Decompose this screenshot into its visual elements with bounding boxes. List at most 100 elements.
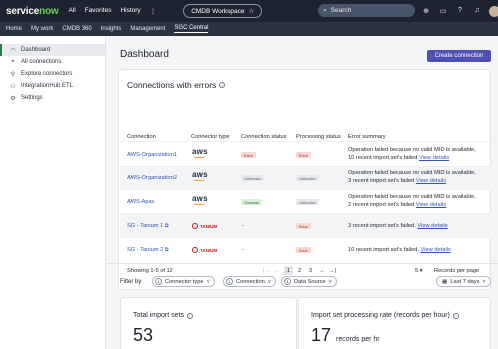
nav-all[interactable]: All	[68, 7, 75, 15]
pagination-summary: Showing 1-5 of 12	[127, 268, 173, 274]
prev-page-icon[interactable]: ←	[273, 266, 282, 275]
info-icon[interactable]: i	[219, 82, 226, 88]
sidebar-item-settings[interactable]: ⚙ Settings	[0, 92, 105, 104]
sidebar-item-label: IntegrationHub ETL	[21, 83, 74, 89]
page-3-button[interactable]: 3	[306, 266, 315, 275]
nav-favorites[interactable]: Favorites	[85, 7, 112, 15]
connection-status-badge: Success	[241, 199, 263, 205]
view-details-link[interactable]: View details	[419, 155, 449, 161]
bell-icon[interactable]: ♫	[471, 4, 483, 17]
star-icon[interactable]: ☆	[249, 7, 255, 15]
view-details-link[interactable]: View details	[416, 178, 446, 184]
connection-link[interactable]: AWS-Organization2	[127, 175, 177, 181]
error-summary-line2: 3 recent import set's failed View detail…	[348, 178, 446, 184]
tanium-icon	[192, 223, 198, 229]
next-page-icon[interactable]: →	[317, 266, 326, 275]
tanium-label: TANIUM	[200, 223, 218, 229]
filter-count: 1	[226, 278, 233, 285]
sidebar-item-dashboard[interactable]: ◠ Dashboard	[0, 44, 105, 56]
sidebar-item-integrationhub-etl[interactable]: ⚇ IntegrationHub ETL	[0, 80, 105, 92]
connection-link[interactable]: SG - Tanium 1	[127, 223, 163, 229]
create-connection-button[interactable]: Create connection	[427, 50, 491, 62]
column-header-processing-status[interactable]: Processing status	[296, 134, 341, 140]
tab-cmdb-360[interactable]: CMDB 360	[62, 26, 91, 32]
page-1-button[interactable]: 1	[284, 266, 293, 275]
filter-label: Connector type	[165, 278, 204, 285]
servicenow-logo[interactable]: servicenow	[6, 5, 59, 17]
tab-home[interactable]: Home	[6, 26, 22, 32]
search-input[interactable]: ⌕ Search	[318, 4, 415, 17]
tab-management[interactable]: Management	[130, 26, 165, 32]
kpi-title-text: Import set processing rate (records per …	[311, 312, 450, 319]
sidebar-item-explore-connectors[interactable]: ⚲ Explore connectors	[0, 68, 105, 80]
filter-chip-connection[interactable]: 1 Connection ˅	[223, 276, 277, 287]
column-header-error-summary[interactable]: Error summary	[348, 134, 386, 140]
connection-link[interactable]: AWS-Organization1	[127, 152, 177, 158]
sidebar-item-label: Dashboard	[21, 47, 51, 53]
workspace-pill[interactable]: CMDB Workspace ☆	[183, 4, 263, 18]
tab-my-work[interactable]: My work	[31, 26, 53, 32]
filter-chip-data-source[interactable]: 1 Data Source ˅	[281, 276, 337, 287]
connection-link[interactable]: AWS-Apac	[127, 199, 155, 205]
connection-cell: SG - Tanium 1 ⧉	[127, 223, 168, 229]
aws-smile-icon	[193, 202, 205, 205]
page-2-button[interactable]: 2	[295, 266, 304, 275]
connection-status-text: -	[242, 223, 244, 229]
kpi-card-processing-rate: Import set processing rate (records per …	[298, 297, 491, 349]
column-header-connection-status[interactable]: Connection status	[241, 134, 287, 140]
error-summary-line2: 2 recent import set's failed View detail…	[348, 202, 446, 208]
card-title-text: Connections with errors	[127, 80, 217, 90]
search-placeholder: Search	[330, 7, 352, 14]
kpi-value: 17 records per hr	[311, 325, 380, 346]
view-details-link[interactable]: View details	[421, 247, 451, 253]
view-details-link[interactable]: View details	[417, 223, 447, 229]
nav-more-menu[interactable]: ⋮	[150, 7, 157, 15]
chat-icon[interactable]: ▭	[437, 4, 449, 17]
table-row: SG - Tanium 1 ⧉ TANIUM - Error 3 recent …	[120, 213, 491, 237]
logo-text-now: now	[39, 5, 59, 17]
nav-history[interactable]: History	[120, 7, 140, 15]
globe-icon[interactable]: ⊕	[420, 4, 432, 17]
processing-status-badge: Unknown	[296, 175, 319, 181]
error-summary-line2: 3 recent import set's failed. View detai…	[348, 223, 448, 229]
tab-insights[interactable]: Insights	[101, 26, 122, 32]
column-header-connection[interactable]: Connection	[127, 134, 156, 140]
filter-by-label: Filter by	[120, 279, 142, 285]
column-header-connector-type[interactable]: Connector type	[191, 134, 230, 140]
aws-smile-icon	[193, 178, 205, 181]
error-summary-line1: Operation failed because no valid MID is…	[348, 147, 476, 153]
time-range-select[interactable]: ▦ Last 7 days ˅	[436, 276, 491, 287]
info-icon[interactable]: i	[186, 312, 193, 319]
kpi-title: Total import sets i	[133, 312, 193, 319]
sidebar: ◠ Dashboard ⌖ All connections ⚲ Explore …	[0, 36, 106, 349]
filter-count: 1	[284, 278, 291, 285]
processing-status-badge: Error	[296, 223, 311, 229]
sidebar-item-label: Explore connectors	[21, 71, 73, 77]
external-link-icon[interactable]: ⧉	[165, 247, 169, 253]
page-size-value: 5	[415, 268, 419, 274]
external-link-icon[interactable]: ⧉	[165, 223, 169, 229]
etl-icon: ⚇	[10, 83, 16, 90]
view-details-link[interactable]: View details	[416, 202, 446, 208]
processing-status-badge: Error	[296, 152, 311, 158]
connection-status-badge: Error	[241, 152, 256, 158]
error-summary-text: 3 recent import set's failed	[348, 178, 416, 184]
last-page-icon[interactable]: →|	[328, 266, 337, 275]
kpi-card-total-import-sets: Total import sets i 53	[120, 297, 297, 349]
filter-chip-connector-type[interactable]: 1 Connector type ˅	[152, 276, 215, 287]
info-icon[interactable]: i	[452, 312, 459, 319]
page-size-select[interactable]: 5 ▾	[415, 268, 423, 274]
sidebar-item-all-connections[interactable]: ⌖ All connections	[0, 56, 105, 68]
dashboard-icon: ◠	[10, 47, 16, 54]
first-page-icon[interactable]: |←	[262, 266, 271, 275]
error-summary-text: 10 recent import set's failed	[348, 155, 419, 161]
chevron-down-icon: ˅	[206, 278, 210, 285]
kpi-unit: records per hr	[336, 336, 380, 343]
explore-icon: ⚲	[10, 71, 16, 78]
tab-sgc-central[interactable]: SGC Central	[174, 25, 209, 33]
help-icon[interactable]: ?	[454, 4, 466, 17]
table-row: AWS-Organization1 aws Error Error Operat…	[120, 141, 491, 166]
kpi-value: 53	[133, 325, 154, 345]
connection-link[interactable]: SG - Tanium 2	[127, 247, 163, 253]
user-avatar[interactable]	[488, 4, 498, 17]
